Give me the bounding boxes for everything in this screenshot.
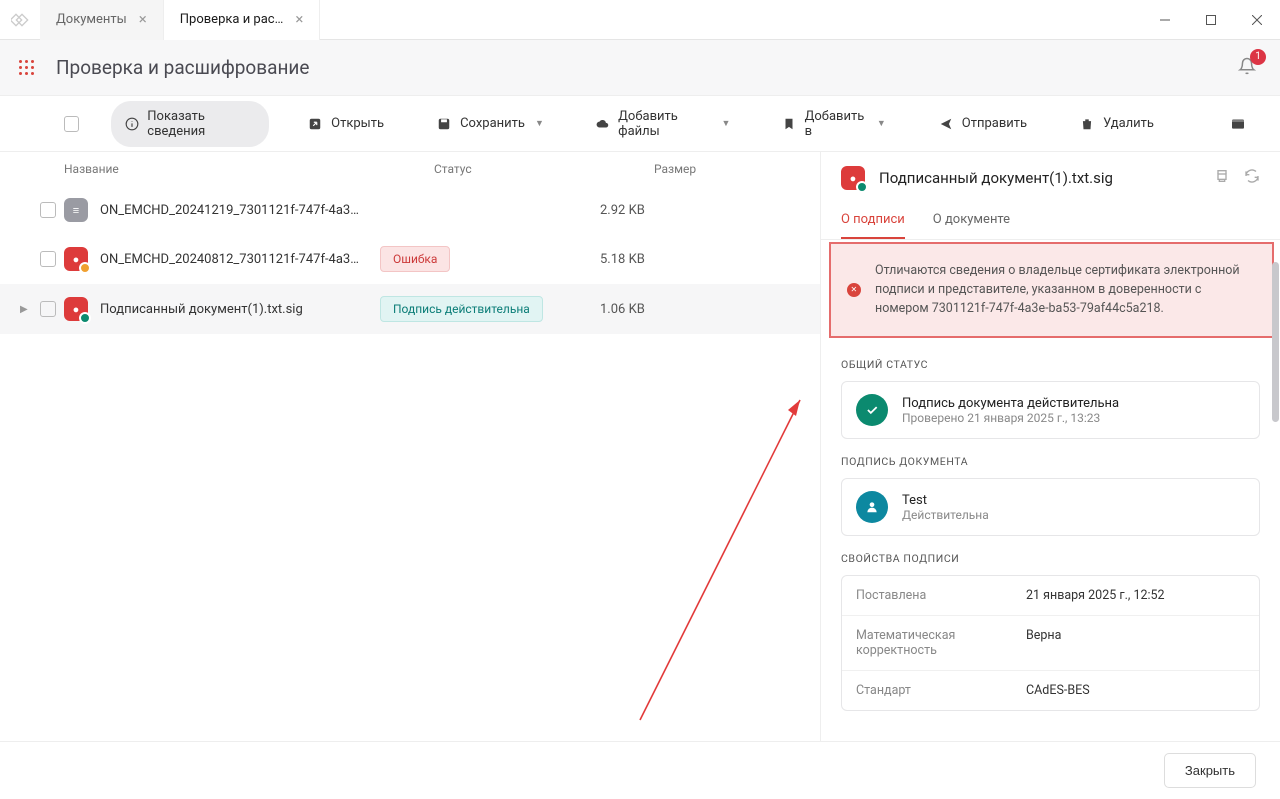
chevron-down-icon: ▼ [535,118,544,129]
close-icon[interactable]: × [295,12,303,27]
app-menu-icon[interactable] [12,54,40,82]
detail-title: Подписанный документ(1).txt.sig [879,169,1200,187]
file-type-icon: ≡ [64,198,88,222]
file-size: 5.18 KB [600,252,700,267]
file-type-icon: ● [64,247,88,271]
file-name: ON_EMCHD_20241219_7301121f-747f-4a3… [100,203,380,218]
send-button[interactable]: Отправить [924,108,1041,140]
row-checkbox[interactable] [40,202,56,218]
notification-badge: 1 [1250,49,1266,65]
maximize-icon[interactable] [1188,0,1234,40]
app-logo-icon [0,11,40,29]
file-row[interactable]: ▶ ● Подписанный документ(1).txt.sig Подп… [0,284,820,334]
tab-about-document[interactable]: О документе [933,204,1010,239]
add-to-button[interactable]: Добавить в ▼ [768,101,899,147]
tab-about-signature[interactable]: О подписи [841,204,905,239]
close-button[interactable]: Закрыть [1164,753,1256,788]
status-badge: Подпись действительна [380,296,543,322]
signer-card[interactable]: Test Действительна [841,478,1260,536]
chevron-down-icon: ▼ [877,118,886,129]
ok-badge-icon [856,181,868,193]
open-icon [307,116,323,132]
panel-toggle-button[interactable] [1216,108,1260,140]
section-label: ОБЩИЙ СТАТУС [841,358,1260,371]
section-label: ПОДПИСЬ ДОКУМЕНТА [841,455,1260,468]
column-status-header[interactable]: Статус [434,162,654,176]
row-checkbox[interactable] [40,301,56,317]
tab-label: Проверка и рас… [180,12,284,27]
bookmark-icon [782,116,796,132]
save-button[interactable]: Сохранить ▼ [422,108,558,140]
file-row[interactable]: ≡ ON_EMCHD_20241219_7301121f-747f-4a3… 2… [0,186,820,234]
chevron-down-icon: ▼ [721,118,730,129]
notifications-button[interactable]: 1 [1234,53,1260,83]
save-icon [436,116,452,132]
send-icon [938,116,954,132]
check-icon [856,394,888,426]
file-list: Название Статус Размер ≡ ON_EMCHD_202412… [0,152,820,741]
tab-documents[interactable]: Документы × [40,0,164,40]
trash-icon [1079,116,1095,132]
file-name: ON_EMCHD_20240812_7301121f-747f-4a3… [100,252,380,267]
person-icon [856,491,888,523]
close-icon[interactable]: × [139,12,147,27]
tab-label: Документы [56,12,127,27]
select-all-checkbox[interactable] [64,116,79,132]
column-size-header[interactable]: Размер [654,162,734,176]
file-size: 2.92 KB [600,203,700,218]
tab-verify[interactable]: Проверка и рас… × [164,0,321,40]
open-button[interactable]: Открыть [293,108,398,140]
section-label: СВОЙСТВА ПОДПИСИ [841,552,1260,565]
page-title: Проверка и расшифрование [56,56,309,79]
file-row[interactable]: ● ON_EMCHD_20240812_7301121f-747f-4a3… О… [0,234,820,284]
show-info-button[interactable]: Показать сведения [111,101,269,147]
detail-panel: ● Подписанный документ(1).txt.sig О подп… [820,152,1280,741]
add-files-button[interactable]: Добавить файлы ▼ [582,101,745,147]
cloud-icon [596,116,610,132]
file-name: Подписанный документ(1).txt.sig [100,302,380,317]
close-window-icon[interactable] [1234,0,1280,40]
overall-status-card: Подпись документа действительна Проверен… [841,381,1260,439]
status-badge: Ошибка [380,246,450,272]
row-checkbox[interactable] [40,251,56,267]
file-size: 1.06 KB [600,302,700,317]
signature-properties: Поставлена21 января 2025 г., 12:52 Матем… [841,575,1260,711]
minimize-icon[interactable] [1142,0,1188,40]
file-type-icon: ● [64,297,88,321]
ok-badge-icon [79,312,91,324]
print-icon[interactable] [1214,168,1230,188]
refresh-icon[interactable] [1244,168,1260,188]
info-icon [125,116,140,132]
warning-badge-icon [79,262,91,274]
column-name-header[interactable]: Название [64,162,434,176]
file-type-icon: ● [841,166,865,190]
scrollbar[interactable] [1272,262,1279,422]
error-alert: Отличаются сведения о владельце сертифик… [829,242,1274,338]
expand-icon[interactable]: ▶ [20,304,40,315]
panel-icon [1230,116,1246,132]
delete-button[interactable]: Удалить [1065,108,1168,140]
